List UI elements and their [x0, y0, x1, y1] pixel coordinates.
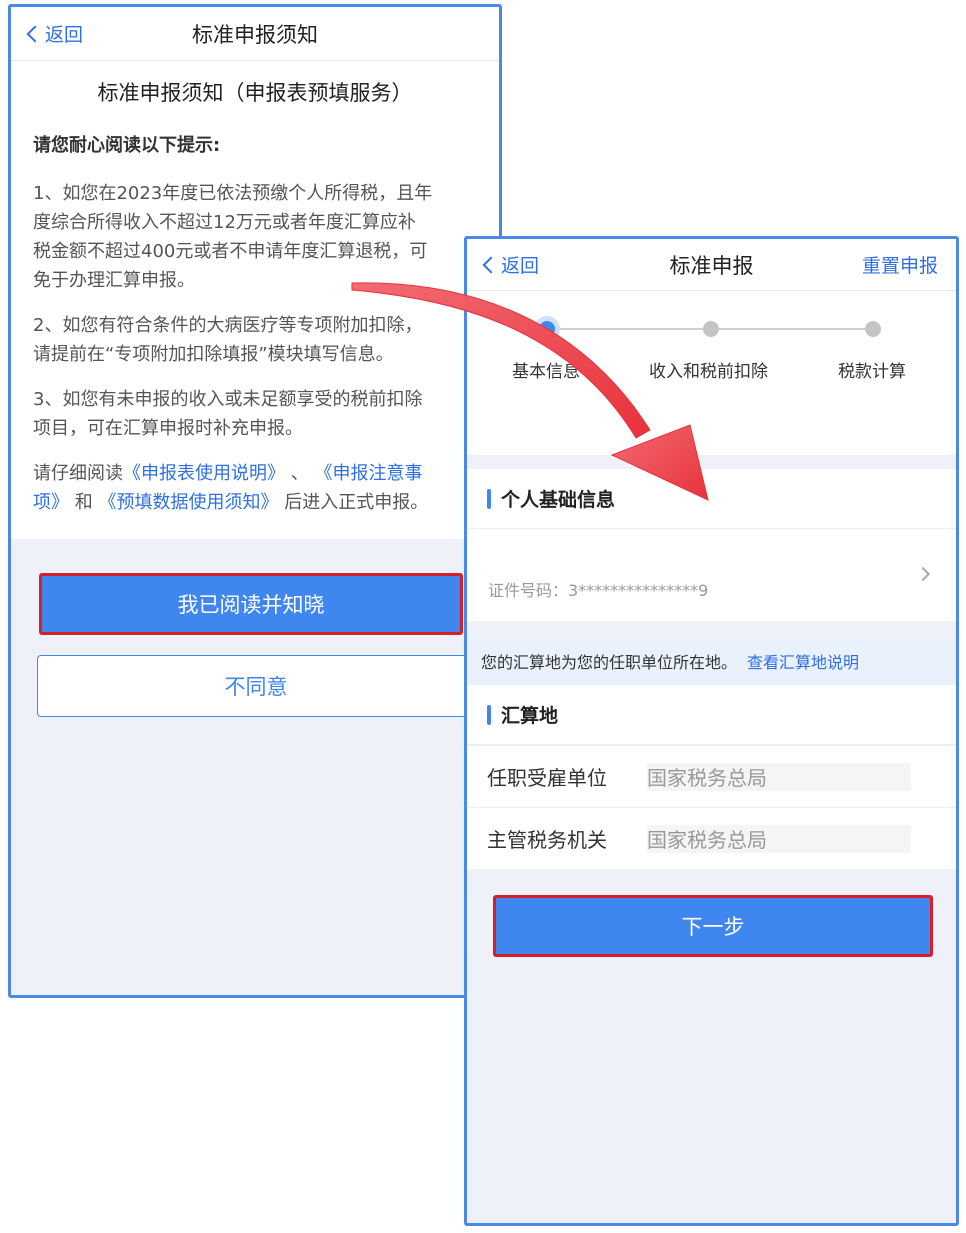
place-explain-link[interactable]: 查看汇算地说明 — [747, 649, 859, 673]
field-label: 主管税务机关 — [487, 828, 607, 852]
reset-button[interactable]: 重置申报 — [862, 239, 938, 290]
personal-section-header: 个人基础信息 — [467, 469, 956, 529]
section-title: 个人基础信息 — [501, 489, 616, 511]
tax-authority-row[interactable]: 主管税务机关 国家税务总局 — [467, 807, 956, 869]
step-label-3: 税款计算 — [838, 362, 906, 382]
step-label-2: 收入和税前扣除 — [649, 362, 768, 382]
declaration-notes-link-cont[interactable]: 项》 — [33, 492, 69, 513]
progress-steps: 基本信息 收入和税前扣除 税款计算 — [467, 291, 956, 455]
id-number-row[interactable]: 证件号码：3***************9 — [467, 529, 956, 621]
chevron-left-icon — [26, 25, 44, 42]
page-title: 标准申报须知 — [192, 22, 318, 47]
tip-text: 您的汇算地为您的任职单位所在地。 — [481, 653, 738, 672]
nav-bar: 返回 标准申报须知 — [11, 7, 499, 61]
id-number: 证件号码：3***************9 — [488, 581, 709, 600]
step-label-1: 基本信息 — [512, 362, 580, 382]
notice-item-4: 请仔细阅读《申报表使用说明》 、 《申报注意事 项》 和 《预填数据使用须知》 … — [33, 463, 429, 513]
disagree-button[interactable]: 不同意 — [37, 655, 475, 717]
chevron-left-icon — [482, 256, 500, 273]
page-title: 标准申报 — [669, 253, 754, 278]
chevron-right-icon — [915, 566, 931, 582]
notice-content: 标准申报须知（申报表预填服务） 请您耐心阅读以下提示: 1、如您在2023年度已… — [11, 61, 499, 539]
section-gap — [467, 455, 956, 469]
next-area: 下一步 — [467, 869, 956, 957]
notice-title: 标准申报须知（申报表预填服务） — [97, 81, 413, 105]
notice-item-2: 2、如您有符合条件的大病医疗等专项附加扣除， 请提前在“专项附加扣除填报”模块填… — [33, 315, 423, 365]
back-label: 返回 — [45, 24, 84, 46]
place-section-header: 汇算地 — [467, 685, 956, 745]
step-dot-3 — [865, 321, 881, 337]
section-marker — [487, 488, 491, 509]
back-label: 返回 — [501, 255, 540, 277]
step-dot-2 — [703, 321, 719, 337]
nav-bar: 返回 标准申报 重置申报 — [467, 239, 956, 291]
prefill-data-link[interactable]: 《预填数据使用须知》 — [98, 492, 278, 513]
declaration-screen: 返回 标准申报 重置申报 基本信息 收入和税前扣除 税款计算 个人基础信息 证件… — [464, 236, 959, 1226]
section-marker — [487, 704, 491, 725]
tip-bar: 您的汇算地为您的任职单位所在地。 查看汇算地说明 — [467, 637, 956, 685]
declaration-notes-link[interactable]: 《申报注意事 — [314, 463, 422, 484]
notice-actions: 我已阅读并知晓 不同意 — [11, 539, 499, 717]
read-prefix: 请仔细阅读 — [33, 463, 123, 484]
notice-lead: 请您耐心阅读以下提示: — [33, 135, 221, 156]
notice-item-1: 1、如您在2023年度已依法预缴个人所得税，且年 度综合所得收入不超过12万元或… — [33, 183, 433, 291]
field-value: 国家税务总局 — [647, 762, 911, 791]
agree-button[interactable]: 我已阅读并知晓 — [39, 573, 463, 635]
employer-row[interactable]: 任职受雇单位 国家税务总局 — [467, 745, 956, 807]
notice-screen: 返回 标准申报须知 标准申报须知（申报表预填服务） 请您耐心阅读以下提示: 1、… — [8, 4, 502, 998]
next-button[interactable]: 下一步 — [493, 895, 933, 957]
back-button[interactable]: 返回 — [482, 239, 540, 290]
notice-item-3: 3、如您有未申报的收入或未足额享受的税前扣除 项目，可在汇算申报时补充申报。 — [33, 389, 423, 439]
section-title: 汇算地 — [501, 705, 559, 727]
form-usage-link[interactable]: 《申报表使用说明》 — [123, 463, 285, 484]
step-dot-1 — [539, 321, 555, 337]
back-button[interactable]: 返回 — [26, 7, 84, 60]
field-value: 国家税务总局 — [647, 824, 911, 853]
field-label: 任职受雇单位 — [487, 766, 607, 790]
